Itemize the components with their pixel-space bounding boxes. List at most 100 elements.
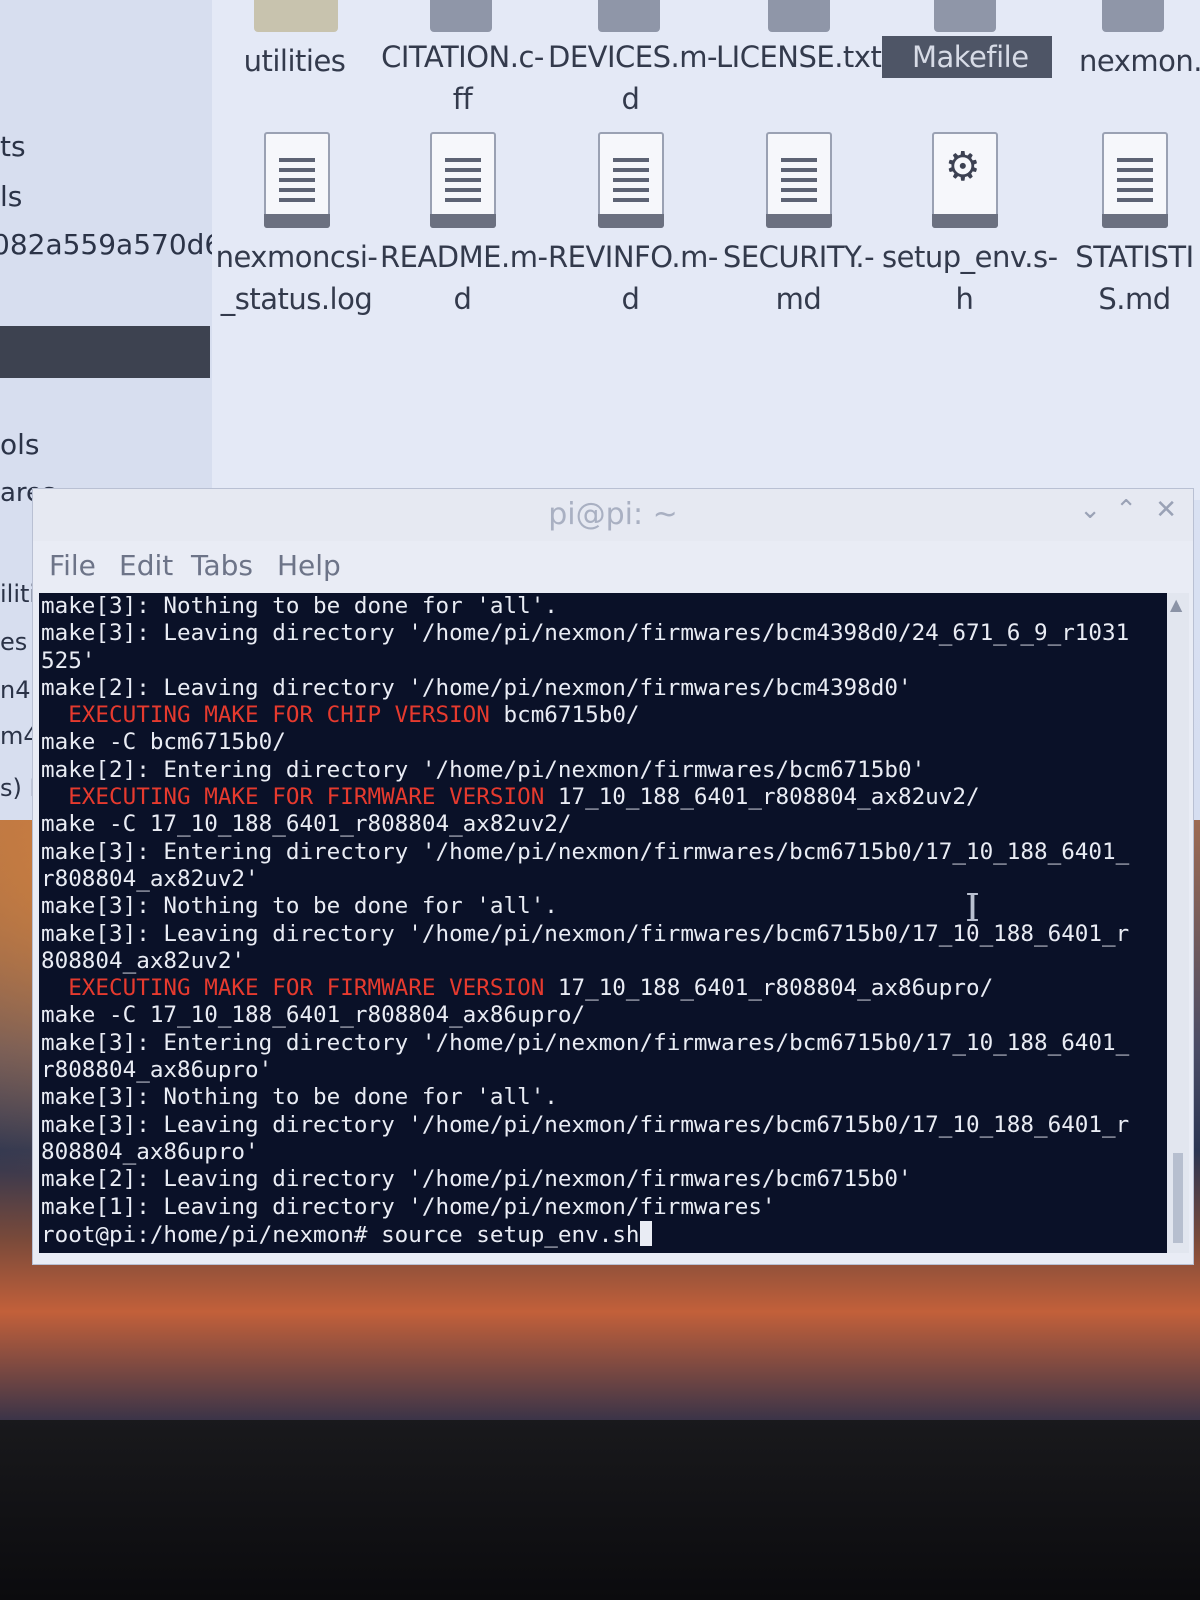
- file-label: CITATION.c-: [381, 40, 544, 74]
- terminal-line: make[3]: Leaving directory '/home/pi/nex…: [41, 620, 1130, 647]
- terminal-line-highlight: EXECUTING MAKE FOR CHIP VERSION bcm6715b…: [41, 702, 1169, 729]
- highlight-value: bcm6715b0/: [489, 702, 640, 729]
- terminal-line: r808804_ax82uv2': [41, 865, 259, 892]
- terminal-prompt-line[interactable]: root@pi:/home/pi/nexmon# source setup_en…: [41, 1220, 1169, 1248]
- file-label: setup_env.s-: [882, 240, 1058, 274]
- command-input[interactable]: source setup_env.sh: [381, 1222, 639, 1248]
- text-file-icon: [765, 132, 832, 228]
- file-label: STATISTI: [1075, 240, 1194, 274]
- sidebar-item-1[interactable]: ls: [0, 180, 22, 213]
- scrollbar-thumb[interactable]: [1173, 1153, 1183, 1243]
- menu-file[interactable]: File: [49, 549, 96, 582]
- window-titlebar[interactable]: pi@pi: ~ ⌄ ⌃ ✕: [33, 489, 1193, 541]
- monitor-bezel: [0, 1420, 1200, 1600]
- terminal-line: make[3]: Leaving directory '/home/pi/nex…: [41, 920, 1130, 947]
- terminal-line: make[2]: Entering directory '/home/pi/ne…: [41, 756, 926, 783]
- ibeam-cursor-icon: I: [965, 886, 981, 930]
- sidebar-selected-item[interactable]: [0, 326, 210, 378]
- scroll-up-arrow-icon[interactable]: ▲: [1170, 595, 1182, 614]
- terminal-line: make[3]: Entering directory '/home/pi/ne…: [41, 1029, 1130, 1056]
- file-icon: [1102, 0, 1164, 32]
- desktop-screen: ts ls 082a559a570d6( ols ares iliti es n…: [0, 0, 1200, 1420]
- sidebar-item-3[interactable]: ols: [0, 428, 40, 461]
- terminal-line: make[3]: Nothing to be done for 'all'.: [41, 593, 558, 619]
- file-label-cont: d: [621, 282, 640, 316]
- file-label-cont: d: [453, 282, 472, 316]
- file-icon: [430, 0, 492, 32]
- terminal-line: make[3]: Entering directory '/home/pi/ne…: [41, 838, 1130, 865]
- file-label: SECURITY.-: [722, 240, 875, 274]
- terminal-line: make[3]: Nothing to be done for 'all'.: [41, 1084, 558, 1111]
- terminal-line: 808804_ax86upro': [41, 1138, 259, 1165]
- file-label-cont: h: [955, 282, 974, 316]
- terminal-line-highlight: EXECUTING MAKE FOR FIRMWARE VERSION 17_1…: [41, 784, 1169, 811]
- terminal-scrollbar[interactable]: ▲: [1167, 593, 1189, 1253]
- terminal-line: make -C bcm6715b0/: [41, 729, 286, 756]
- file-license[interactable]: LICENSE.txt: [716, 36, 882, 78]
- menu-tabs[interactable]: Tabs: [191, 549, 253, 582]
- terminal-window[interactable]: pi@pi: ~ ⌄ ⌃ ✕ File Edit Tabs Help make[…: [32, 488, 1194, 1265]
- sidebar-item-6[interactable]: es: [0, 628, 27, 656]
- file-security[interactable]: SECURITY.- md: [716, 132, 881, 320]
- file-setup-env[interactable]: ⚙ setup_env.s- h: [882, 132, 1058, 320]
- sidebar-item-0[interactable]: ts: [0, 130, 26, 163]
- menu-edit[interactable]: Edit: [119, 549, 173, 582]
- file-label: REVINFO.m-: [548, 240, 718, 274]
- file-label: DEVICES.m-: [548, 40, 717, 74]
- file-label-cont: d: [621, 82, 640, 116]
- file-statistics[interactable]: STATISTI S.md: [1052, 132, 1200, 320]
- text-cursor: [639, 1220, 652, 1246]
- file-icon: [598, 0, 660, 32]
- terminal-line: 525': [41, 647, 96, 674]
- file-icon: [934, 0, 996, 32]
- file-revinfo[interactable]: REVINFO.m- d: [548, 132, 718, 320]
- window-title: pi@pi: ~: [548, 497, 678, 532]
- file-label: README.m-: [380, 240, 548, 274]
- terminal-line: make[2]: Leaving directory '/home/pi/nex…: [41, 1166, 912, 1193]
- file-makefile[interactable]: Makefile: [882, 36, 1052, 78]
- close-button[interactable]: ✕: [1155, 495, 1177, 525]
- file-citation[interactable]: CITATION.c- ff: [380, 36, 545, 120]
- file-manager-icon-view: utilities CITATION.c- ff DEVICES.m- d LI…: [212, 0, 1200, 500]
- terminal-line: 808804_ax82uv2': [41, 947, 246, 974]
- file-devices[interactable]: DEVICES.m- d: [548, 36, 717, 120]
- file-label: nexmon.: [1079, 44, 1200, 78]
- shell-prompt: root@pi:/home/pi/nexmon#: [41, 1221, 382, 1248]
- minimize-button[interactable]: ⌄: [1079, 495, 1101, 525]
- file-nexmon[interactable]: nexmon.: [1058, 40, 1200, 82]
- file-label-selected: Makefile: [882, 36, 1052, 78]
- terminal-line: make[3]: Leaving directory '/home/pi/nex…: [41, 1111, 1130, 1138]
- maximize-button[interactable]: ⌃: [1115, 495, 1137, 525]
- file-utilities[interactable]: utilities: [212, 40, 377, 82]
- file-label: nexmoncsi-: [215, 240, 378, 274]
- text-file-icon: [429, 132, 496, 228]
- terminal-line: make -C 17_10_188_6401_r808804_ax82uv2/: [41, 811, 572, 838]
- sidebar-item-5[interactable]: iliti: [0, 580, 36, 608]
- terminal-line: r808804_ax86upro': [41, 1057, 273, 1084]
- highlight-value: 17_10_188_6401_r808804_ax86upro/: [544, 975, 994, 1002]
- script-file-icon: ⚙: [931, 132, 998, 228]
- file-label-cont: S.md: [1098, 282, 1171, 316]
- highlight-label: EXECUTING MAKE FOR FIRMWARE VERSION: [41, 975, 545, 1002]
- terminal-output[interactable]: make[3]: Nothing to be done for 'all'. m…: [39, 593, 1169, 1253]
- file-icon: [768, 0, 830, 32]
- text-file-icon: [597, 132, 664, 228]
- file-readme[interactable]: README.m- d: [380, 132, 548, 320]
- file-label: utilities: [243, 44, 346, 78]
- highlight-label: EXECUTING MAKE FOR CHIP VERSION: [41, 702, 490, 729]
- file-label: LICENSE.txt: [716, 40, 882, 74]
- text-file-icon: [1101, 132, 1168, 228]
- file-label-cont: ff: [452, 82, 473, 116]
- sidebar-item-2[interactable]: 082a559a570d6(: [0, 228, 233, 261]
- file-label-cont: md: [775, 282, 822, 316]
- terminal-line-highlight: EXECUTING MAKE FOR FIRMWARE VERSION 17_1…: [41, 975, 1169, 1002]
- folder-icon: [254, 0, 338, 32]
- text-file-icon: [263, 132, 330, 228]
- terminal-line: make[2]: Leaving directory '/home/pi/nex…: [41, 674, 912, 701]
- menu-help[interactable]: Help: [277, 549, 341, 582]
- terminal-line: make[1]: Leaving directory '/home/pi/nex…: [41, 1193, 776, 1220]
- file-label-cont: _status.log: [220, 282, 373, 316]
- highlight-value: 17_10_188_6401_r808804_ax82uv2/: [544, 784, 980, 811]
- terminal-line: make -C 17_10_188_6401_r808804_ax86upro/: [41, 1002, 586, 1029]
- file-nexmoncsi-status-log[interactable]: nexmoncsi- _status.log: [214, 132, 379, 320]
